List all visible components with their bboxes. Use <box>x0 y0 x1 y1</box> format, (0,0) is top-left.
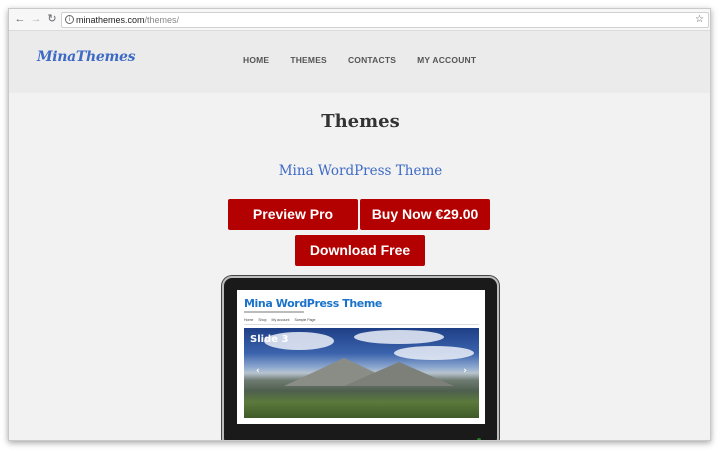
site-header: MinaThemes HOME THEMES CONTACTS MY ACCOU… <box>9 31 710 93</box>
preview-nav-item: Sample Page <box>294 318 316 322</box>
url-path: /themes/ <box>144 15 180 25</box>
preview-nav: Home Shop My account Sample Page <box>244 318 315 322</box>
slider-prev-icon[interactable]: ‹ <box>256 366 260 376</box>
menu-item-home[interactable]: HOME <box>243 55 269 65</box>
info-icon[interactable]: i <box>65 15 74 24</box>
back-arrow-icon[interactable]: ← <box>13 12 27 26</box>
slide-label: Slide 3 <box>250 334 289 345</box>
tablet-camera-icon <box>477 438 481 440</box>
menu-item-themes[interactable]: THEMES <box>290 55 327 65</box>
tablet-mockup: Mina WordPress Theme Home Shop My accoun… <box>222 276 499 440</box>
preview-nav-item: Home <box>244 318 254 322</box>
preview-slider: Slide 3 ‹ › <box>244 328 479 418</box>
reload-icon[interactable]: ↻ <box>45 12 59 26</box>
cloud-shape <box>354 330 444 344</box>
preview-nav-item: My account <box>271 318 290 322</box>
main-content: Themes Mina WordPress Theme Preview Pro … <box>9 93 710 440</box>
theme-preview-screen: Mina WordPress Theme Home Shop My accoun… <box>237 290 485 424</box>
url-host: minathemes.com <box>76 15 145 25</box>
menu-item-my-account[interactable]: MY ACCOUNT <box>417 55 476 65</box>
menu-item-contacts[interactable]: CONTACTS <box>348 55 396 65</box>
browser-window: ← → ↻ i minathemes.com/themes/ ☆ MinaThe… <box>8 8 711 441</box>
cloud-shape <box>394 346 474 360</box>
download-free-button[interactable]: Download Free <box>295 235 425 266</box>
buy-now-button[interactable]: Buy Now €29.00 <box>360 199 490 230</box>
bookmark-star-icon[interactable]: ☆ <box>695 13 704 27</box>
mountain-shape <box>344 362 454 386</box>
slider-next-icon[interactable]: › <box>463 366 467 376</box>
preview-tagline <box>244 311 304 313</box>
preview-pro-button[interactable]: Preview Pro <box>228 199 358 230</box>
site-logo[interactable]: MinaThemes <box>37 49 135 65</box>
preview-divider <box>244 324 479 325</box>
forward-arrow-icon[interactable]: → <box>29 12 43 26</box>
browser-toolbar: ← → ↻ i minathemes.com/themes/ ☆ <box>9 9 710 31</box>
preview-nav-item: Shop <box>258 318 267 322</box>
main-menu: HOME THEMES CONTACTS MY ACCOUNT <box>243 55 497 65</box>
theme-name-link[interactable]: Mina WordPress Theme <box>9 163 710 179</box>
address-bar[interactable]: i minathemes.com/themes/ ☆ <box>61 12 709 28</box>
preview-site-title: Mina WordPress Theme <box>244 297 382 310</box>
page-title: Themes <box>321 111 400 132</box>
